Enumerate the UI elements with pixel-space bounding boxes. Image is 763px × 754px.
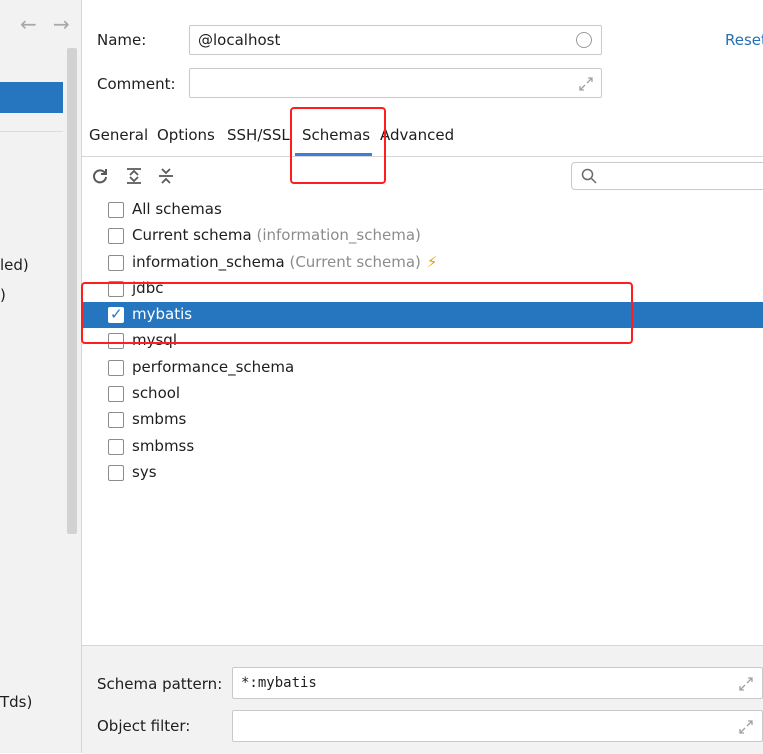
schema-pattern-value: *:mybatis (241, 675, 317, 691)
schema-name: information_schema (132, 252, 285, 271)
sidebar-item-partial[interactable]: ) (0, 286, 6, 304)
schema-checkbox[interactable] (108, 412, 124, 429)
reset-link[interactable]: Reset (725, 31, 763, 49)
name-value: @localhost (198, 31, 281, 49)
lightning-icon: ⚡ (426, 252, 438, 271)
schema-name: All schemas (132, 200, 222, 218)
schema-name: smbmss (132, 436, 195, 455)
back-arrow-icon[interactable]: ← (20, 14, 37, 34)
object-filter-label: Object filter: (97, 717, 191, 735)
schema-name: performance_schema (132, 357, 295, 376)
schema-name: school (132, 384, 181, 403)
comment-field[interactable] (189, 68, 602, 98)
schema-row[interactable]: performance_schema (82, 355, 763, 381)
tab-divider (82, 156, 763, 157)
annotation-box-mybatis-row (81, 282, 633, 344)
status-circle-icon (576, 32, 592, 48)
schema-name: smbms (132, 410, 187, 429)
sidebar-divider (0, 131, 63, 132)
bottom-panel: Schema pattern: *:mybatis Object filter: (82, 645, 763, 754)
schema-pattern-label: Schema pattern: (97, 675, 223, 693)
schema-row[interactable]: smbms (82, 407, 763, 433)
refresh-icon[interactable] (91, 167, 109, 185)
schema-checkbox[interactable] (108, 359, 124, 376)
expand-all-icon[interactable] (125, 167, 143, 185)
schema-name: Current schema (132, 226, 252, 245)
search-input[interactable] (571, 162, 763, 190)
search-icon (581, 168, 597, 184)
name-label: Name: (97, 31, 147, 49)
comment-label: Comment: (97, 75, 176, 93)
sidebar-item-selected[interactable] (0, 82, 63, 113)
tab-ssh-ssl[interactable]: SSH/SSL (227, 126, 290, 144)
forward-arrow-icon[interactable]: → (53, 14, 70, 34)
schema-checkbox[interactable] (108, 254, 124, 271)
tab-options[interactable]: Options (157, 126, 215, 144)
schema-checkbox[interactable] (108, 438, 124, 455)
schema-checkbox[interactable] (108, 228, 124, 245)
expand-icon[interactable] (738, 719, 754, 735)
schema-row[interactable]: Current schema (information_schema) (82, 223, 763, 249)
schema-row[interactable]: smbmss (82, 434, 763, 460)
sidebar-item-partial[interactable]: led) (0, 256, 29, 274)
schema-row[interactable]: All schemas (82, 197, 763, 223)
expand-icon[interactable] (578, 76, 594, 92)
tab-advanced[interactable]: Advanced (380, 126, 454, 144)
schema-row[interactable]: information_schema (Current schema) ⚡ (82, 250, 763, 276)
schema-row[interactable]: school (82, 381, 763, 407)
schema-hint: (information_schema) (256, 226, 421, 245)
schema-checkbox[interactable] (108, 386, 124, 403)
schema-checkbox[interactable] (108, 464, 124, 481)
schema-name: sys (132, 462, 157, 481)
sidebar-scrollbar[interactable] (67, 48, 77, 534)
schema-pattern-field[interactable]: *:mybatis (232, 667, 763, 699)
annotation-box-schemas-tab (290, 107, 386, 184)
schema-hint: (Current schema) (289, 252, 421, 271)
object-filter-field[interactable] (232, 710, 763, 742)
sidebar: ← → led) ) Tds) (0, 0, 82, 753)
collapse-all-icon[interactable] (157, 167, 175, 185)
expand-icon[interactable] (738, 676, 754, 692)
schema-row[interactable]: sys (82, 460, 763, 486)
tab-general[interactable]: General (89, 126, 148, 144)
name-field[interactable]: @localhost (189, 25, 602, 55)
sidebar-item-partial[interactable]: Tds) (0, 693, 32, 711)
schema-checkbox[interactable] (108, 202, 124, 218)
